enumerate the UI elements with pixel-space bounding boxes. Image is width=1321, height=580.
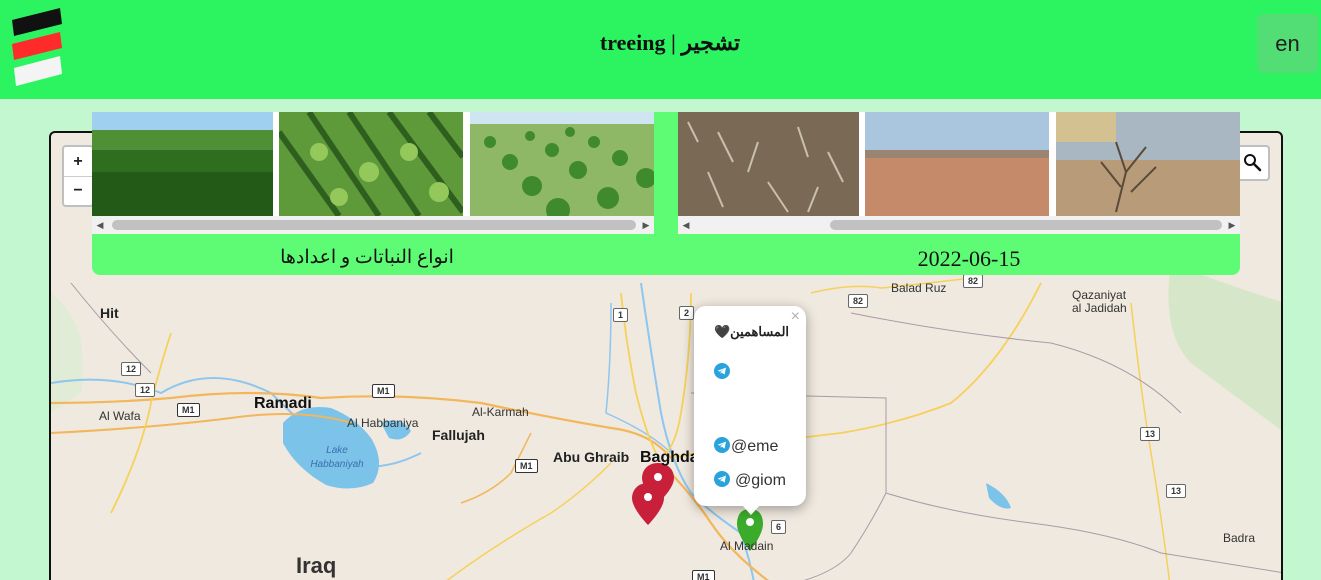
- green-field-photo[interactable]: [92, 112, 273, 216]
- map-marker-red[interactable]: [632, 483, 664, 525]
- place-lake-habbaniyah: Habbaniyah: [310, 459, 364, 470]
- drought-photo-strip[interactable]: ◀ ▶: [678, 112, 1240, 234]
- place-al-wafa: Al Wafa: [99, 409, 141, 423]
- search-icon: [1244, 154, 1262, 172]
- place-hit: Hit: [100, 305, 119, 321]
- place-qazaniyat: Qazaniyat: [1072, 288, 1127, 302]
- contributor-handle[interactable]: @giom: [735, 472, 786, 490]
- road-shield: 82: [963, 274, 984, 288]
- road-shield: 82: [848, 294, 869, 308]
- crop-rows-photo[interactable]: [279, 112, 463, 216]
- place-al-karmah: Al-Karmah: [472, 405, 529, 419]
- scroll-thumb[interactable]: [830, 220, 1222, 230]
- plant-types-caption: انواع النباتات و اعدادها: [280, 247, 454, 268]
- scroll-right-arrow-icon[interactable]: ▶: [1224, 216, 1240, 234]
- place-al-habbaniya: Al Habbaniya: [347, 416, 419, 430]
- dry-stubble-field-photo[interactable]: [678, 112, 859, 216]
- road-shield: M1: [692, 570, 715, 580]
- zoom-control: + −: [62, 145, 94, 207]
- road-shield: M1: [177, 403, 200, 417]
- site-title: treeing | تشجير: [599, 30, 741, 55]
- zoom-out-button[interactable]: −: [64, 176, 92, 205]
- language-button[interactable]: en: [1257, 14, 1318, 73]
- gallery-panel: ◀ ▶ ◀ ▶ انواع النباتات و اعدادها 2022-06…: [92, 112, 1240, 275]
- place-iraq: Iraq: [296, 553, 337, 578]
- plants-strip-scrollbar[interactable]: ◀ ▶: [92, 216, 654, 234]
- plants-photo-strip[interactable]: ◀ ▶: [92, 112, 654, 234]
- place-al-jadidah: al Jadidah: [1072, 301, 1127, 315]
- scroll-thumb[interactable]: [112, 220, 636, 230]
- road-shield: 12: [135, 383, 156, 397]
- scroll-left-arrow-icon[interactable]: ◀: [92, 216, 108, 234]
- road-shield: 12: [121, 362, 142, 376]
- road-shield: M1: [372, 384, 395, 398]
- popup-tip: [741, 504, 761, 515]
- place-abu-ghraib: Abu Ghraib: [553, 449, 630, 465]
- scroll-right-arrow-icon[interactable]: ▶: [638, 216, 654, 234]
- place-lake-label: Lake: [326, 445, 348, 456]
- scroll-left-arrow-icon[interactable]: ◀: [678, 216, 694, 234]
- place-balad-ruz: Balad Ruz: [891, 281, 947, 295]
- drought-strip-scrollbar[interactable]: ◀ ▶: [678, 216, 1240, 234]
- barren-desert-photo[interactable]: [865, 112, 1049, 216]
- popup-title: المساهمين🖤: [714, 324, 790, 339]
- telegram-icon[interactable]: [714, 471, 730, 487]
- road-shield: 1: [613, 308, 629, 322]
- contributors-popup: × المساهمين🖤 @eme @giom: [694, 306, 806, 506]
- road-shield: 2: [679, 306, 695, 320]
- place-badra: Badra: [1223, 531, 1256, 545]
- telegram-icon[interactable]: [714, 437, 730, 453]
- place-ramadi: Ramadi: [254, 395, 312, 412]
- road-shield: 13: [1166, 484, 1187, 498]
- telegram-icon[interactable]: [714, 363, 730, 379]
- date-caption: 2022-06-15: [917, 246, 1021, 271]
- popup-close-button[interactable]: ×: [791, 308, 800, 326]
- place-fallujah: Fallujah: [432, 427, 485, 443]
- contributor-handle[interactable]: @eme: [731, 438, 778, 456]
- flag-logo[interactable]: [10, 6, 66, 88]
- zoom-in-button[interactable]: +: [64, 147, 92, 176]
- road-shield: M1: [515, 459, 538, 473]
- dead-shrub-photo[interactable]: [1056, 112, 1240, 216]
- map-search-button[interactable]: [1236, 145, 1270, 181]
- orchard-rows-photo[interactable]: [470, 112, 654, 216]
- road-shield: 6: [771, 520, 787, 534]
- top-header: treeing | تشجير en: [0, 0, 1321, 99]
- place-al-madain: Al Madain: [720, 539, 774, 553]
- road-shield: 13: [1140, 427, 1161, 441]
